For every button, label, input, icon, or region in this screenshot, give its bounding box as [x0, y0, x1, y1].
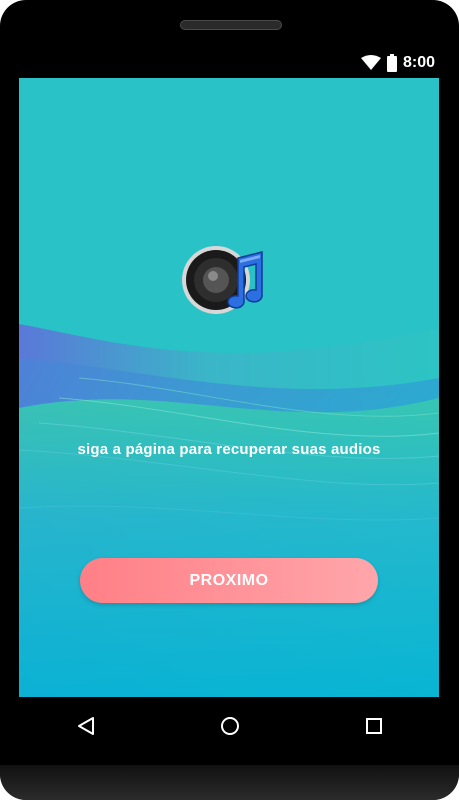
recover-audio-message: siga a página para recuperar suas audios: [77, 441, 381, 458]
background-waves: [19, 324, 439, 697]
recents-square-icon: [366, 718, 382, 734]
home-button[interactable]: [215, 711, 245, 741]
speaker-music-icon: [182, 246, 263, 314]
status-time: 8:00: [402, 54, 435, 71]
next-button[interactable]: PROXIMO: [80, 558, 378, 603]
earpiece-speaker: [180, 20, 282, 30]
home-circle-icon: [221, 717, 239, 735]
status-bar: 8:00: [19, 52, 439, 78]
phone-frame: 8:00 siga a página para recuperar suas a…: [0, 0, 459, 800]
device-chin: [0, 765, 459, 800]
back-triangle-icon: [78, 717, 94, 735]
app-screen: siga a página para recuperar suas audios…: [19, 78, 439, 697]
back-button[interactable]: [71, 711, 101, 741]
recents-button[interactable]: [359, 711, 389, 741]
navigation-bar: [19, 697, 439, 753]
battery-icon: [386, 54, 397, 72]
wifi-icon: [360, 55, 381, 70]
status-icons: 8:00: [360, 54, 435, 72]
